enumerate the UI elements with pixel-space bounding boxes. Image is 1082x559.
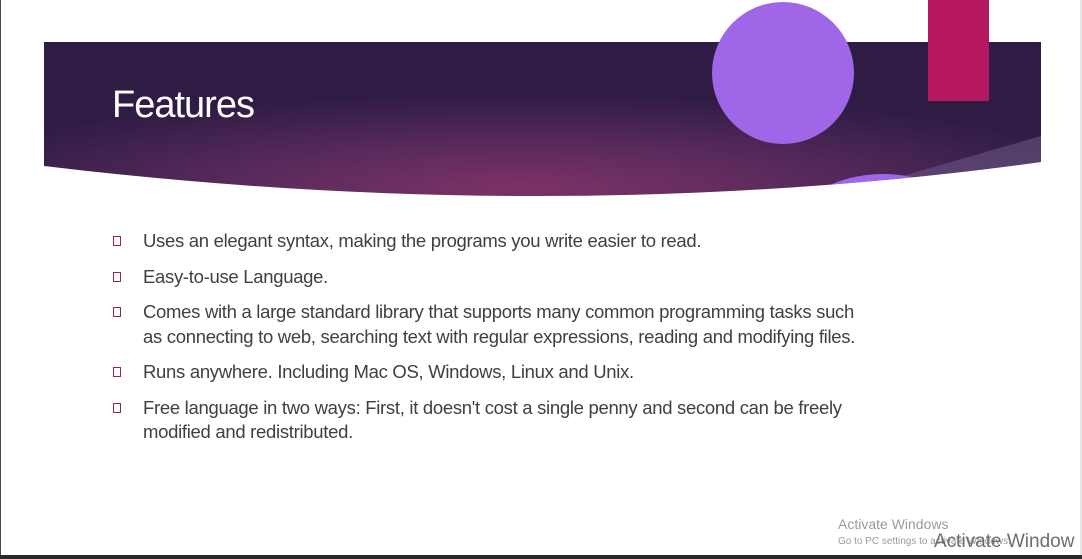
bullet-text: Free language in two ways: First, it doe… [143,396,842,443]
bullet-item: Comes with a large standard library that… [113,300,873,349]
upper-circle [712,2,854,144]
bullet-text: Runs anywhere. Including Mac OS, Windows… [143,361,634,382]
bullet-item: Uses an elegant syntax, making the progr… [113,229,873,254]
bullet-item: Runs anywhere. Including Mac OS, Windows… [113,360,873,385]
bullet-text: Uses an elegant syntax, making the progr… [143,230,702,251]
square-bullet-icon [113,307,121,317]
bullet-item: Free language in two ways: First, it doe… [113,396,873,445]
bullet-text: Comes with a large standard library that… [143,301,856,347]
watermark-overlay-text: Activate Window [934,531,1075,552]
slide: Features Uses an elegant syntax, making … [0,0,1082,559]
bullet-item: Easy-to-use Language. [113,265,873,290]
bullet-text: Easy-to-use Language. [143,265,328,287]
square-bullet-icon [113,367,121,377]
accent-rectangle [928,0,989,101]
square-bullet-icon [113,236,121,246]
square-bullet-icon [113,402,121,413]
bottom-border [0,555,1082,559]
slide-title: Features [112,84,255,126]
bullet-list: Uses an elegant syntax, making the progr… [113,229,873,456]
square-bullet-icon [113,271,121,282]
left-border [0,0,1,559]
